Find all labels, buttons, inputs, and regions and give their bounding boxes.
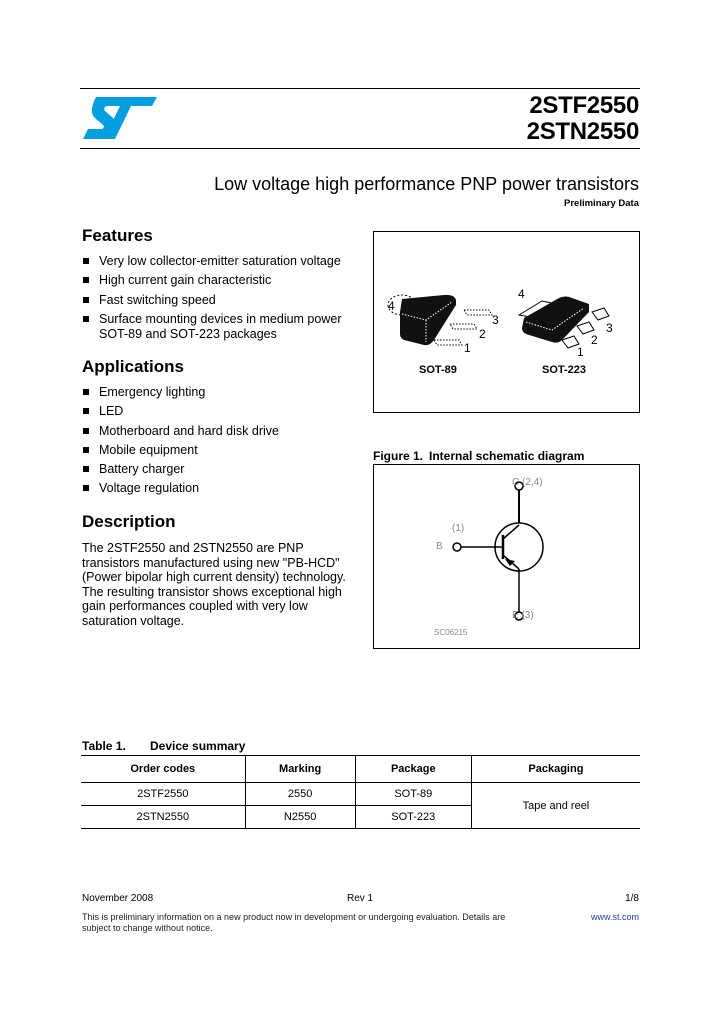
bullet-icon: [83, 485, 89, 492]
sot223-pin-4: 4: [518, 287, 525, 301]
package-images-box: 4 1 2 3 4 1 2 3 SOT-89 SOT-223: [373, 231, 640, 413]
list-item: LED: [82, 404, 352, 419]
applications-heading: Applications: [82, 357, 185, 376]
list-item: Battery charger: [82, 462, 352, 477]
bullet-icon: [83, 466, 89, 473]
sot223-pin-1: 1: [577, 345, 584, 359]
sot89-pin-3: 3: [492, 313, 499, 327]
table-header-row: Order codes Marking Package Packaging: [81, 755, 640, 783]
collector-label: C (2,4): [512, 477, 543, 488]
st-logo-icon: [83, 97, 157, 139]
table-cell: 2STF2550: [81, 782, 246, 806]
column-header: Marking: [244, 755, 356, 783]
table-cell: SOT-89: [354, 782, 472, 806]
sot89-pin-4: 4: [388, 299, 395, 313]
sot223-label: SOT-223: [542, 364, 587, 376]
bullet-icon: [83, 389, 89, 395]
list-item: Mobile equipment: [82, 443, 352, 458]
sot89-pin-2: 2: [479, 327, 486, 341]
list-item: Voltage regulation: [82, 481, 352, 496]
table-cell: 2STN2550: [81, 805, 246, 829]
features-heading: Features: [82, 226, 153, 245]
part-number-2: 2STN2550: [526, 118, 640, 145]
bullet-icon: [83, 258, 89, 264]
table-number: Table 1.: [82, 739, 126, 753]
sot89-package-icon: [387, 294, 493, 346]
table-caption: Table 1. Device summary: [82, 739, 245, 753]
list-item: High current gain characteristic: [82, 273, 352, 288]
footer-page-number: 1/8: [625, 893, 639, 904]
table-title: Device summary: [150, 739, 246, 753]
bullet-icon: [83, 296, 89, 303]
column-header: Order codes: [81, 755, 246, 783]
list-item: Emergency lighting: [82, 385, 352, 400]
sot89-pin-1: 1: [464, 341, 471, 355]
pnp-transistor-icon: [452, 481, 544, 621]
sot223-pin-3: 3: [606, 321, 613, 335]
bullet-icon: [83, 277, 89, 284]
header-bottom-rule: [80, 148, 640, 149]
figure-caption: Figure 1. Internal schematic diagram: [373, 449, 584, 463]
column-header: Package: [354, 755, 472, 783]
sot223-pin-2: 2: [591, 333, 598, 347]
figure-number: Figure 1.: [373, 449, 424, 463]
figure-title: Internal schematic diagram: [429, 449, 585, 463]
base-label: B: [436, 541, 443, 552]
column-header: Packaging: [470, 755, 640, 783]
table-cell-packaging: Tape and reel: [470, 782, 640, 829]
status-label: Preliminary Data: [564, 198, 639, 209]
table-row: 2STF2550 2550 SOT-89 Tape and reel: [81, 782, 640, 829]
footer-date: November 2008: [82, 893, 154, 904]
sot89-label: SOT-89: [419, 364, 457, 376]
base-pin-label: (1): [452, 523, 465, 534]
description-heading: Description: [82, 512, 176, 531]
footer-revision: Rev 1: [347, 893, 374, 904]
list-item: Surface mounting devices in medium power…: [82, 312, 352, 342]
table-cell: N2550: [244, 805, 356, 829]
list-item: Fast switching speed: [82, 293, 352, 308]
description-text: The 2STF2550 and 2STN2550 are PNP transi…: [82, 541, 346, 628]
package-drawings: 4 1 2 3 4 1 2 3: [387, 287, 613, 359]
header-top-rule: [80, 88, 640, 89]
document-subtitle: Low voltage high performance PNP power t…: [214, 174, 639, 194]
table-cell: SOT-223: [354, 805, 472, 829]
schematic-diagram: C (2,4) B (1) E (3) SC06215: [373, 464, 640, 649]
website-link[interactable]: www.st.com: [591, 912, 639, 923]
device-summary-table: Order codes Marking Package Packaging 2S…: [81, 755, 640, 829]
bullet-icon: [83, 427, 89, 434]
features-list: Very low collector-emitter saturation vo…: [82, 254, 352, 346]
figure-code: SC06215: [434, 628, 468, 637]
list-item: Motherboard and hard disk drive: [82, 424, 352, 439]
part-number-1: 2STF2550: [529, 92, 639, 119]
st-logo: [82, 96, 158, 140]
bullet-icon: [83, 315, 89, 322]
list-item: Very low collector-emitter saturation vo…: [82, 254, 352, 269]
footer-disclaimer: This is preliminary information on a new…: [82, 912, 506, 933]
table-cell: 2550: [244, 782, 356, 806]
emitter-label: E (3): [512, 610, 534, 621]
bullet-icon: [83, 446, 89, 453]
applications-list: Emergency lighting LED Motherboard and h…: [82, 385, 352, 501]
bullet-icon: [83, 408, 89, 415]
